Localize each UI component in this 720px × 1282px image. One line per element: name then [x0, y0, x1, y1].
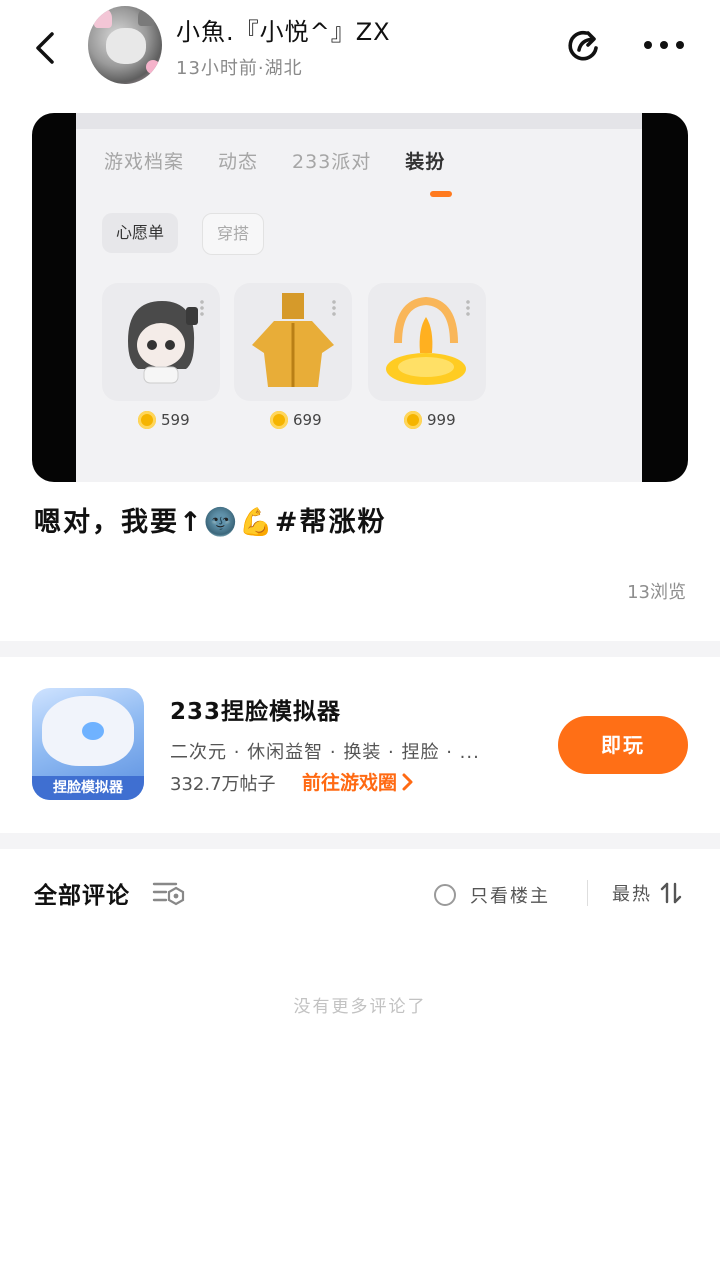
game-title[interactable]: 233捏脸模拟器 — [170, 692, 341, 726]
outfit-item — [102, 283, 220, 401]
media-tab: 动态 — [218, 151, 259, 173]
filter-icon — [152, 882, 185, 906]
divider — [587, 880, 588, 906]
section-divider — [0, 641, 720, 657]
post-media[interactable]: 游戏档案 动态 233派对 装扮 心愿单 穿搭 599 699 999 — [32, 113, 688, 482]
share-button[interactable] — [562, 24, 606, 68]
chip-wishlist: 心愿单 — [102, 213, 179, 253]
chevron-left-icon — [36, 32, 54, 64]
no-more-comments: 没有更多评论了 — [293, 997, 427, 1017]
coin-icon — [404, 411, 422, 429]
game-post-count: 332.7万帖子 — [170, 774, 276, 795]
outfit-item — [368, 283, 486, 401]
outfit-item — [234, 283, 352, 401]
play-button[interactable]: 即玩 — [558, 716, 688, 774]
share-icon — [568, 30, 598, 61]
game-icon[interactable]: 捏脸模拟器 — [32, 688, 144, 800]
game-icon-banner: 捏脸模拟器 — [32, 776, 144, 800]
radio-icon[interactable] — [434, 884, 456, 906]
more-button[interactable] — [640, 30, 688, 60]
media-tab: 游戏档案 — [104, 151, 185, 173]
view-count: 13浏览 — [627, 582, 686, 603]
game-circle-link[interactable]: 前往游戏圈 — [302, 768, 415, 795]
coin-icon — [138, 411, 156, 429]
media-tabs: 游戏档案 动态 233派对 装扮 — [104, 147, 445, 174]
username[interactable]: 小魚.『小悦^』ZX — [176, 12, 391, 47]
item-price: 999 — [404, 411, 456, 429]
item-price: 699 — [270, 411, 322, 429]
item-price: 599 — [138, 411, 190, 429]
post-caption: 嗯对，我要↑🌚💪#帮涨粉 — [34, 507, 387, 538]
post-time-location: 13小时前·湖北 — [176, 58, 303, 79]
tab-underline — [430, 191, 452, 197]
media-tab: 233派对 — [292, 151, 372, 173]
game-tags: 二次元 · 休闲益智 · 换装 · 捏脸 · ... — [170, 742, 480, 763]
op-only-toggle[interactable]: 只看楼主 — [434, 882, 550, 908]
chip-outfit: 穿搭 — [202, 213, 265, 255]
chevron-right-icon — [402, 773, 413, 790]
comment-filter-button[interactable] — [152, 878, 186, 908]
comments-title: 全部评论 — [34, 883, 130, 909]
sort-icon — [660, 882, 682, 904]
back-button[interactable] — [28, 26, 68, 70]
more-horizontal-icon — [644, 41, 684, 49]
media-tab-active: 装扮 — [405, 151, 446, 173]
coin-icon — [270, 411, 288, 429]
sort-button[interactable]: 最热 — [612, 880, 682, 906]
avatar[interactable] — [88, 6, 162, 84]
section-divider — [0, 833, 720, 849]
media-screenshot: 游戏档案 动态 233派对 装扮 心愿单 穿搭 599 699 999 — [76, 113, 642, 482]
